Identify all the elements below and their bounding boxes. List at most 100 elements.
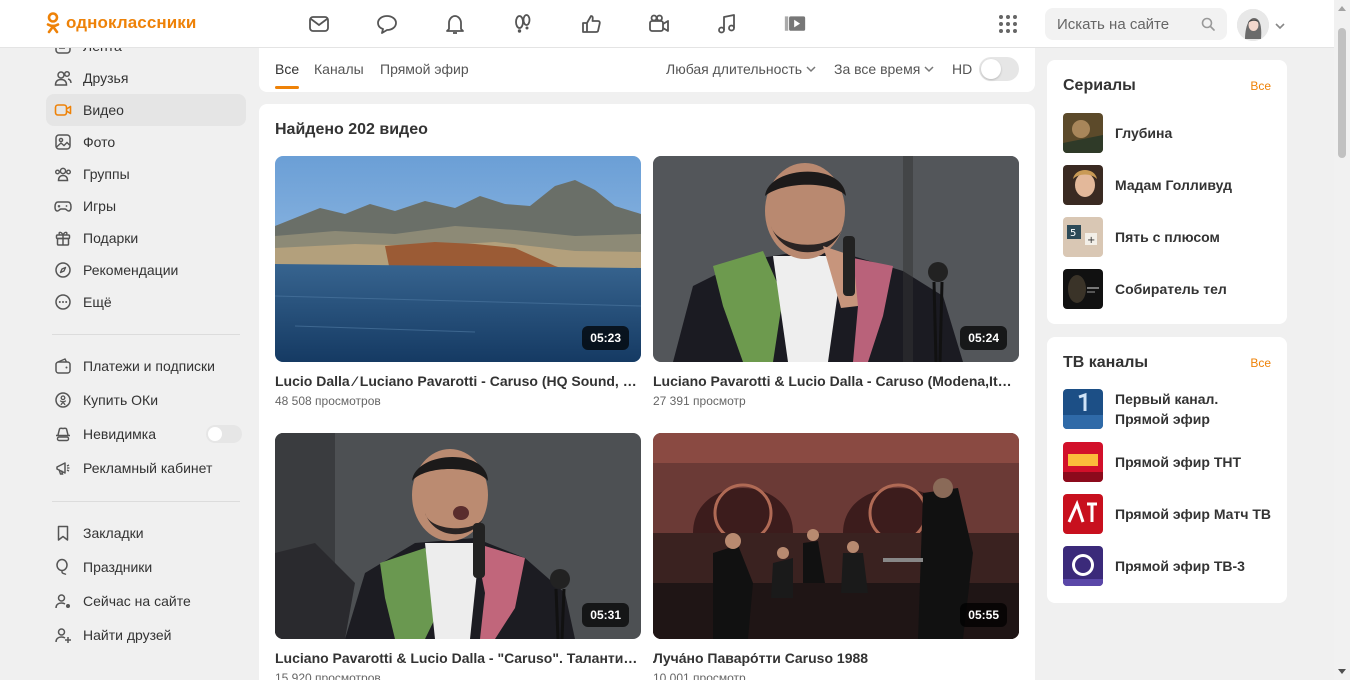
search-icon[interactable]	[1201, 17, 1215, 31]
sidebar-item-payments[interactable]: Платежи и подписки	[46, 349, 246, 383]
tab-all[interactable]: Все	[275, 61, 299, 77]
megaphone-icon	[54, 459, 72, 477]
photo-icon	[54, 133, 72, 151]
active-tab-indicator	[275, 86, 299, 89]
results-title: Найдено 202 видео	[275, 121, 428, 138]
video-play-icon[interactable]	[780, 10, 848, 38]
duration-dropdown[interactable]: Любая длительность	[666, 61, 816, 77]
scroll-down-arrow-icon[interactable]	[1338, 669, 1346, 674]
period-dropdown[interactable]: За все время	[834, 61, 934, 77]
video-card[interactable]: 05:24 Luciano Pavarotti & Lucio Dalla - …	[653, 156, 1019, 408]
video-card[interactable]: 05:31 Luciano Pavarotti & Lucio Dalla - …	[275, 433, 641, 680]
tab-live[interactable]: Прямой эфир	[380, 61, 469, 77]
video-icon	[54, 101, 72, 119]
sidebar-item-photo[interactable]: Фото	[46, 126, 246, 158]
duration-value: Любая длительность	[666, 61, 803, 77]
ok-logo-icon	[46, 12, 60, 34]
tv-channel-thumbnail	[1063, 389, 1103, 429]
video-camera-icon[interactable]	[644, 10, 712, 38]
sidebar-item-label: Игры	[83, 198, 117, 214]
sidebar-item-games[interactable]: Игры	[46, 190, 246, 222]
hd-label: HD	[952, 61, 973, 77]
balloon-icon	[54, 558, 72, 576]
sidebar-item-invisible[interactable]: Невидимка	[46, 417, 246, 451]
serial-thumbnail: 5 +	[1063, 217, 1103, 257]
video-views: 27 391 просмотр	[653, 394, 746, 408]
chevron-down-icon[interactable]	[1275, 18, 1285, 30]
video-title[interactable]: Luciano Pavarotti & Lucio Dalla - "Carus…	[275, 650, 641, 666]
incognito-icon	[54, 425, 72, 443]
serial-name: Пять с плюсом	[1115, 229, 1220, 245]
sidebar-item-bookmarks[interactable]: Закладки	[46, 516, 246, 550]
left-sidebar: Лента Друзья Видео Фото Группы Игры Пода…	[46, 30, 246, 652]
video-thumbnail[interactable]: 05:31	[275, 433, 641, 639]
tab-channels[interactable]: Каналы	[314, 61, 364, 77]
invisible-toggle[interactable]	[206, 425, 242, 443]
more-icon	[54, 293, 72, 311]
sidebar-item-buy-ok[interactable]: Купить ОКи	[46, 383, 246, 417]
logo[interactable]: одноклассники	[46, 12, 196, 34]
bell-icon[interactable]	[440, 10, 508, 38]
mail-icon[interactable]	[304, 10, 372, 38]
groups-icon	[54, 165, 72, 183]
divider	[52, 501, 240, 502]
sidebar-item-find-friends[interactable]: Найти друзей	[46, 618, 246, 652]
tv-channel-item[interactable]: Прямой эфир ТВ-3	[1063, 546, 1245, 586]
video-duration: 05:23	[582, 326, 629, 350]
video-title[interactable]: Luciano Pavarotti & Lucio Dalla - Caruso…	[653, 373, 1019, 389]
scroll-thumb[interactable]	[1338, 28, 1346, 158]
sidebar-item-gifts[interactable]: Подарки	[46, 222, 246, 254]
serial-item[interactable]: Мадам Голливуд	[1063, 165, 1232, 205]
chevron-down-icon	[924, 66, 934, 73]
search-box[interactable]	[1045, 8, 1227, 40]
apps-grid-icon[interactable]	[998, 14, 1018, 34]
sidebar-item-label: Группы	[83, 166, 130, 182]
tv-all-link[interactable]: Все	[1250, 356, 1271, 370]
tv-channel-item[interactable]: Прямой эфир Матч ТВ	[1063, 494, 1271, 534]
sidebar-item-more[interactable]: Ещё	[46, 286, 246, 318]
tv-channel-item[interactable]: Первый канал. Прямой эфир	[1063, 389, 1245, 429]
serial-name: Мадам Голливуд	[1115, 177, 1232, 193]
chevron-down-icon	[806, 66, 816, 73]
sidebar-item-friends[interactable]: Друзья	[46, 62, 246, 94]
avatar[interactable]	[1237, 9, 1269, 41]
sidebar-item-label: Друзья	[83, 70, 129, 86]
music-icon[interactable]	[712, 10, 780, 38]
video-card[interactable]: 05:23 Lucio Dalla ⁄ Luciano Pavarotti - …	[275, 156, 641, 408]
video-title[interactable]: Луча́но Паваро́тти Caruso 1988	[653, 650, 1019, 666]
sidebar-group-services: Платежи и подписки Купить ОКи Невидимка …	[46, 349, 246, 485]
video-views: 10 001 просмотр	[653, 671, 746, 680]
search-input[interactable]	[1057, 15, 1187, 33]
video-thumbnail[interactable]: 05:23	[275, 156, 641, 362]
sidebar-item-recommendations[interactable]: Рекомендации	[46, 254, 246, 286]
page-scrollbar[interactable]	[1334, 0, 1350, 680]
tv-channel-item[interactable]: Прямой эфир ТНТ	[1063, 442, 1241, 482]
serial-item[interactable]: Собиратель тел	[1063, 269, 1227, 309]
chat-icon[interactable]	[372, 10, 440, 38]
guests-icon[interactable]	[508, 10, 576, 38]
serial-name: Собиратель тел	[1115, 281, 1227, 297]
serial-thumbnail	[1063, 269, 1103, 309]
tv-channels-card: ТВ каналы Все Первый канал. Прямой эфир …	[1047, 337, 1287, 603]
logo-text: одноклассники	[66, 13, 197, 32]
sidebar-item-label: Платежи и подписки	[83, 358, 215, 374]
serial-item[interactable]: 5 + Пять с плюсом	[1063, 217, 1220, 257]
serial-thumbnail	[1063, 113, 1103, 153]
video-card[interactable]: 05:55 Луча́но Паваро́тти Caruso 1988 10 …	[653, 433, 1019, 680]
like-icon[interactable]	[576, 10, 644, 38]
sidebar-item-online[interactable]: Сейчас на сайте	[46, 584, 246, 618]
games-icon	[54, 197, 72, 215]
hd-toggle[interactable]	[979, 57, 1019, 81]
sidebar-item-ads[interactable]: Рекламный кабинет	[46, 451, 246, 485]
serials-all-link[interactable]: Все	[1250, 79, 1271, 93]
serial-item[interactable]: Глубина	[1063, 113, 1172, 153]
video-thumbnail[interactable]: 05:24	[653, 156, 1019, 362]
video-title[interactable]: Lucio Dalla ⁄ Luciano Pavarotti - Caruso…	[275, 373, 641, 389]
online-users-icon	[54, 592, 72, 610]
sidebar-item-groups[interactable]: Группы	[46, 158, 246, 190]
scroll-up-arrow-icon[interactable]	[1338, 6, 1346, 11]
tv-channel-name: Первый канал. Прямой эфир	[1115, 391, 1219, 427]
sidebar-item-video[interactable]: Видео	[46, 94, 246, 126]
sidebar-item-holidays[interactable]: Праздники	[46, 550, 246, 584]
video-thumbnail[interactable]: 05:55	[653, 433, 1019, 639]
